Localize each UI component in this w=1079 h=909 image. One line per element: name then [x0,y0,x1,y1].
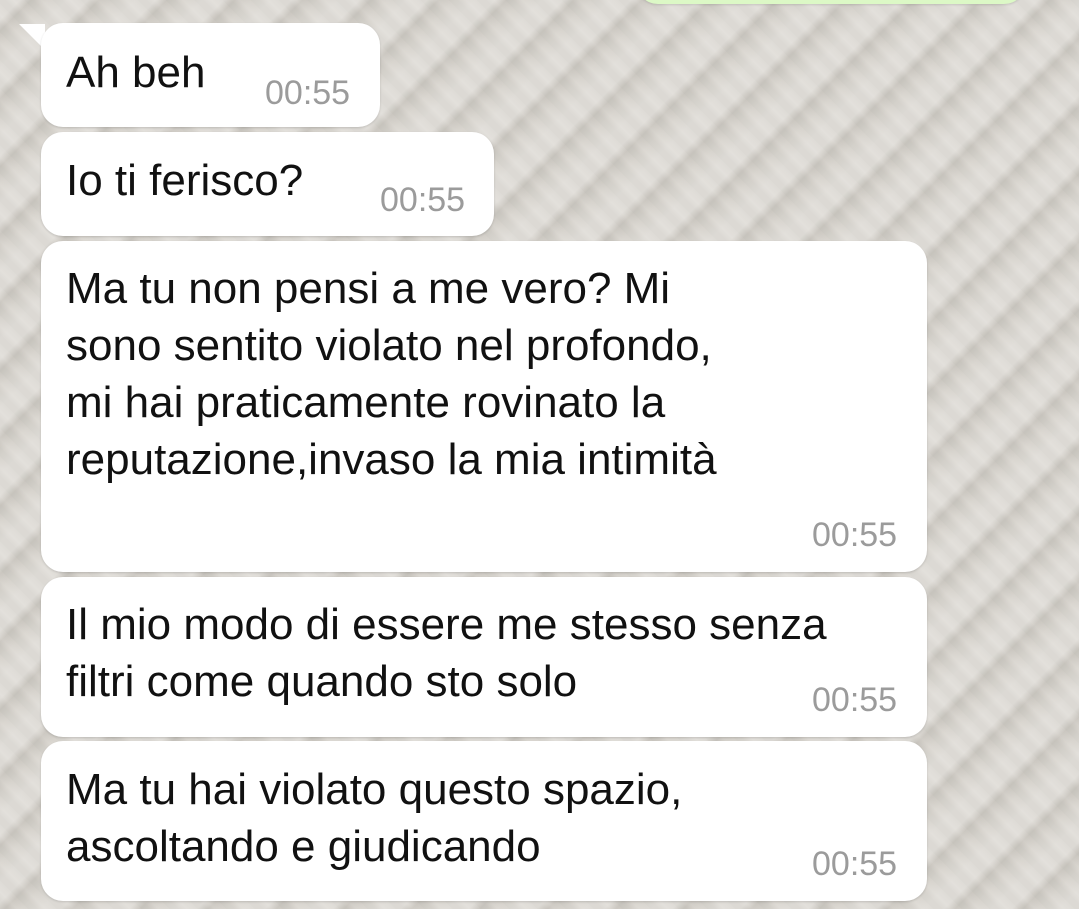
message-text: Il mio modo di essere me stesso senza fi… [66,600,827,706]
incoming-message-bubble[interactable]: Ma tu hai violato questo spazio, ascolta… [41,741,927,901]
message-text: Ah beh [66,48,206,97]
message-text: Io ti ferisco? [66,156,304,205]
message-timestamp: 00:55 [812,845,898,883]
message-timestamp: 00:55 [380,181,466,219]
chat-message-list[interactable]: Ah beh 00:55 Io ti ferisco? 00:55 Ma tu … [0,0,1079,909]
message-timestamp: 00:55 [265,74,351,112]
message-timestamp: 00:55 [812,681,898,719]
incoming-message-bubble[interactable]: Ah beh 00:55 [41,23,380,127]
incoming-message-bubble[interactable]: Il mio modo di essere me stesso senza fi… [41,577,927,737]
message-text: Ma tu non pensi a me vero? Mi sono senti… [66,264,717,484]
outgoing-message-bubble-partial[interactable] [636,0,1026,4]
message-timestamp: 00:55 [812,516,898,554]
incoming-message-bubble[interactable]: Io ti ferisco? 00:55 [41,132,494,236]
message-text: Ma tu hai violato questo spazio, ascolta… [66,765,683,871]
incoming-message-bubble[interactable]: Ma tu non pensi a me vero? Mi sono senti… [41,241,927,572]
